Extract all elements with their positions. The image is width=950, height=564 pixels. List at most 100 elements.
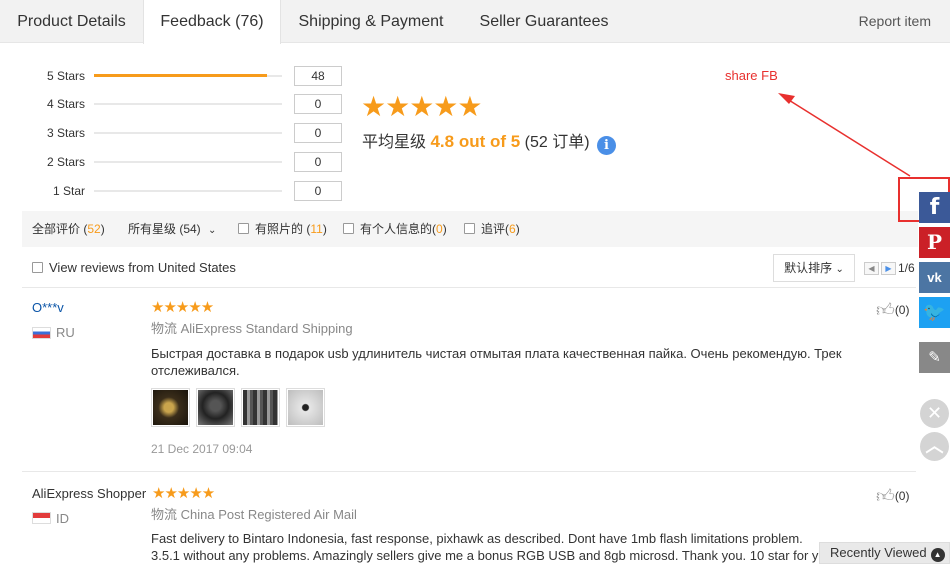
facebook-share-button[interactable]: f	[919, 192, 950, 223]
filter-count: 11	[310, 222, 323, 236]
checkbox[interactable]	[32, 262, 43, 273]
filter-with-personal-info[interactable]: 有个人信息的(0)	[343, 211, 447, 247]
average-value: 4.8 out of 5	[430, 132, 521, 151]
review-photo[interactable]	[241, 388, 280, 427]
distribution-label: 4 Stars	[46, 97, 85, 111]
thumbs-up-icon: 👍︎	[876, 486, 895, 506]
distribution-count: 0	[294, 123, 342, 143]
vk-share-button[interactable]: vk	[919, 262, 950, 293]
tab-seller-guarantees[interactable]: Seller Guarantees	[461, 0, 627, 43]
helpful-button[interactable]: 👍︎(0)	[876, 300, 910, 320]
tab-product-details[interactable]: Product Details	[0, 0, 143, 43]
filter-count: 0	[436, 222, 443, 236]
us-reviews-filter[interactable]: View reviews from United States	[32, 259, 236, 277]
flag-icon	[32, 512, 51, 524]
twitter-share-button[interactable]: 🐦	[919, 297, 950, 328]
us-reviews-label: View reviews from United States	[49, 260, 236, 275]
sort-label: 默认排序	[784, 261, 833, 275]
review-photo[interactable]	[151, 388, 190, 427]
filter-label: 有个人信息的(	[360, 222, 436, 236]
distribution-row-2: 2 Stars 0	[0, 152, 350, 172]
distribution-bar	[94, 103, 282, 105]
share-fb-annotation: share FB	[725, 68, 778, 83]
helpful-count: (0)	[894, 303, 910, 317]
reviewer-name[interactable]: AliExpress Shopper	[32, 486, 146, 502]
filter-label: 全部评价 (	[32, 222, 88, 236]
filter-label: 有照片的 (	[255, 222, 311, 236]
distribution-bar	[94, 190, 282, 192]
review-date: 21 Dec 2017 09:04	[151, 442, 253, 456]
tab-shipping-payment[interactable]: Shipping & Payment	[281, 0, 461, 43]
close-icon[interactable]: ✕	[920, 399, 949, 428]
info-icon[interactable]: i	[597, 136, 617, 155]
distribution-row-3: 3 Stars 0	[0, 123, 350, 143]
checkbox[interactable]	[343, 223, 354, 234]
reviewer-country: ID	[56, 511, 69, 526]
helpful-count: (0)	[894, 489, 910, 503]
flag-icon	[32, 327, 51, 339]
distribution-count: 48	[294, 66, 342, 86]
distribution-row-1: 1 Star 0	[0, 181, 350, 201]
distribution-label: 5 Stars	[46, 69, 85, 83]
filter-label-close: )	[100, 222, 105, 236]
average-rating: 平均星级 4.8 out of 5 (52 订单) i	[362, 131, 617, 155]
review-stars: ★★★★★	[152, 485, 215, 502]
review-photo[interactable]	[196, 388, 235, 427]
sort-dropdown[interactable]: 默认排序 ⌄	[773, 254, 855, 282]
page-indicator: 1/6	[898, 261, 915, 275]
average-stars: ★★★★★	[361, 91, 483, 122]
checkbox[interactable]	[464, 223, 475, 234]
star-filter-dropdown[interactable]: 所有星级 (54) ⌄	[128, 211, 216, 249]
filter-label: 追评(	[481, 222, 509, 236]
reviewer-country: RU	[56, 325, 75, 340]
review-photo[interactable]	[286, 388, 325, 427]
distribution-bar	[94, 132, 282, 134]
filter-count: 52	[87, 222, 101, 236]
thumbs-up-icon: 👍︎	[876, 300, 895, 320]
checkbox[interactable]	[238, 223, 249, 234]
filter-with-photos[interactable]: 有照片的 (11)	[238, 211, 327, 247]
review-text: Fast delivery to Bintaro Indonesia, fast…	[151, 531, 819, 563]
distribution-count: 0	[294, 94, 342, 114]
filter-label-close: )	[322, 222, 327, 236]
chevron-up-icon: ▲	[930, 548, 945, 562]
divider	[22, 471, 916, 472]
order-count: (52 订单)	[524, 134, 590, 151]
filter-bar: 全部评价 (52) 所有星级 (54) ⌄ 有照片的 (11) 有个人信息的(0…	[22, 211, 918, 247]
report-item-link[interactable]: Report item	[859, 0, 931, 43]
tab-bar: Product Details Feedback (76) Shipping &…	[0, 0, 950, 44]
distribution-count: 0	[294, 152, 342, 172]
distribution-count: 0	[294, 181, 342, 201]
prev-page-button[interactable]: ◀	[864, 262, 879, 275]
filter-count: 6	[509, 222, 516, 236]
review-text: Быстрая доставка в подарок usb удлинител…	[151, 346, 842, 378]
filter-label-close: )	[442, 222, 447, 236]
filter-followup[interactable]: 追评(6)	[464, 211, 520, 247]
star-filter-label: 所有星级 (54)	[128, 222, 201, 236]
recently-viewed-label: Recently Viewed	[830, 545, 927, 560]
filter-all-reviews[interactable]: 全部评价 (52)	[32, 211, 105, 247]
reviewer-name[interactable]: O***v	[32, 300, 64, 316]
tab-feedback[interactable]: Feedback (76)	[143, 0, 281, 44]
distribution-label: 2 Stars	[46, 155, 85, 169]
chevron-down-icon: ⌄	[835, 264, 844, 275]
average-label: 平均星级	[362, 134, 427, 151]
distribution-fill	[94, 74, 267, 77]
distribution-row-5: 5 Stars 48	[0, 66, 350, 86]
edit-icon[interactable]: ✎	[919, 342, 950, 373]
distribution-label: 1 Star	[52, 184, 85, 198]
review-stars: ★★★★★	[151, 299, 214, 316]
pinterest-share-button[interactable]: P	[919, 227, 950, 258]
filter-label-close: )	[515, 222, 520, 236]
distribution-bar	[94, 161, 282, 163]
scroll-top-icon[interactable]: ︿	[920, 432, 949, 461]
review-shipping: 物流 China Post Registered Air Mail	[151, 507, 357, 522]
divider	[22, 287, 916, 288]
distribution-label: 3 Stars	[46, 126, 85, 140]
next-page-button[interactable]: ▶	[881, 262, 896, 275]
recently-viewed-button[interactable]: Recently Viewed ▲	[819, 542, 950, 564]
chevron-down-icon: ⌄	[208, 225, 217, 236]
review-shipping: 物流 AliExpress Standard Shipping	[151, 321, 353, 336]
distribution-bar	[94, 74, 282, 77]
helpful-button[interactable]: 👍︎(0)	[876, 486, 910, 506]
